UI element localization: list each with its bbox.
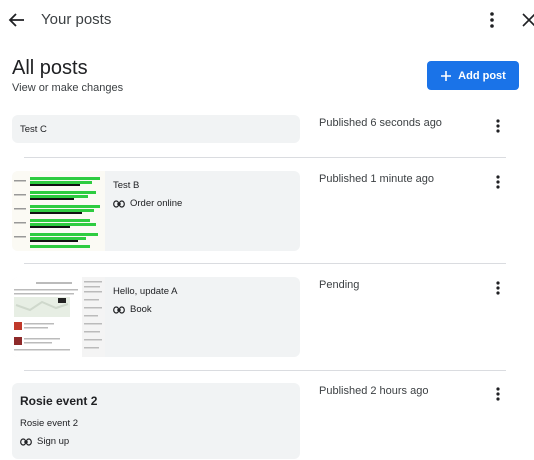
post-status: Published 2 hours ago: [319, 385, 429, 397]
post-thumbnail: [12, 277, 105, 357]
post-title: Test B: [113, 180, 140, 191]
add-post-button[interactable]: Add post: [427, 61, 519, 90]
add-post-label: Add post: [458, 69, 506, 82]
divider: [24, 263, 506, 264]
post-action-link[interactable]: Order online: [113, 198, 182, 209]
post-thumbnail: [12, 171, 105, 251]
post-action-label: Order online: [130, 198, 183, 209]
page-title: Your posts: [41, 11, 112, 28]
post-title: Test C: [20, 124, 47, 135]
divider: [24, 370, 506, 371]
post-more-icon[interactable]: [491, 173, 505, 191]
post-status: Pending: [319, 279, 360, 291]
section-heading: All posts: [12, 57, 88, 79]
post-action-link[interactable]: Book: [113, 304, 152, 315]
post-card[interactable]: Test C: [12, 115, 300, 143]
more-options-icon[interactable]: [482, 9, 502, 31]
post-action-link[interactable]: Sign up: [20, 436, 69, 447]
post-card[interactable]: Rosie event 2 Rosie event 2 Sign up: [12, 383, 300, 459]
post-title: Hello, update A: [113, 286, 178, 297]
post-status: Published 1 minute ago: [319, 173, 434, 185]
post-more-icon[interactable]: [491, 117, 505, 135]
link-icon: [113, 199, 125, 208]
plus-icon: [441, 70, 452, 81]
post-description: Rosie event 2: [20, 418, 79, 429]
post-title: Rosie event 2: [20, 394, 98, 408]
link-icon: [20, 437, 32, 446]
post-status: Published 6 seconds ago: [319, 117, 442, 129]
post-action-label: Book: [130, 304, 152, 315]
section-subheading: View or make changes: [12, 82, 124, 94]
post-action-label: Sign up: [37, 436, 70, 447]
close-icon[interactable]: [518, 9, 534, 31]
post-more-icon[interactable]: [491, 385, 505, 403]
post-more-icon[interactable]: [491, 279, 505, 297]
divider: [24, 157, 506, 158]
back-arrow-icon[interactable]: [6, 9, 28, 31]
post-card[interactable]: Hello, update A Book: [12, 277, 300, 357]
link-icon: [113, 305, 125, 314]
post-card[interactable]: Test B Order online: [12, 171, 300, 251]
